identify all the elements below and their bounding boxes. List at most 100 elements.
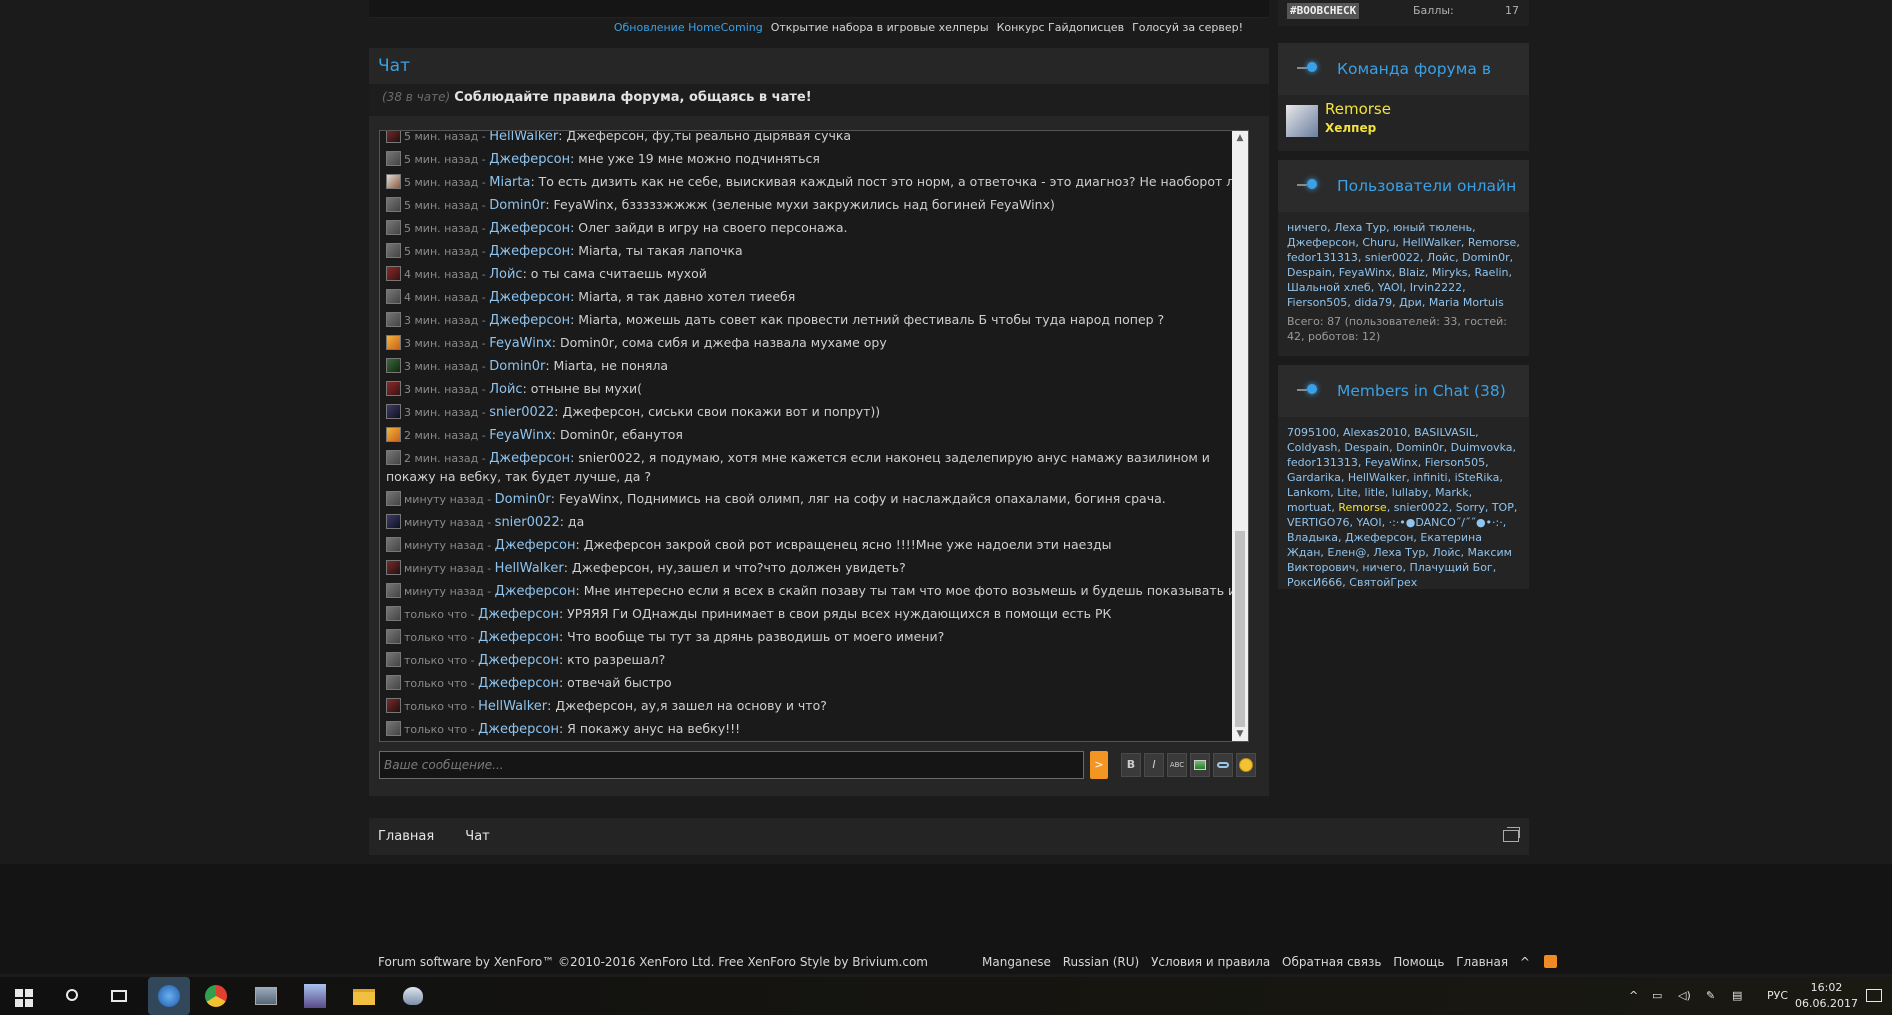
user-link[interactable]: Maria Mortuis (1429, 296, 1504, 309)
user-link[interactable]: snier0022 (1394, 501, 1449, 514)
footer-link-terms[interactable]: Условия и правила (1151, 955, 1270, 969)
avatar[interactable] (386, 404, 401, 419)
message-username[interactable]: Domin0r (495, 492, 551, 507)
user-link[interactable]: Шальной хлеб (1287, 281, 1371, 294)
user-link[interactable]: infiniti (1413, 471, 1447, 484)
news-link[interactable]: Конкурс Гайдописцев (997, 21, 1124, 34)
staff-name[interactable]: Remorse (1325, 102, 1391, 117)
user-link[interactable]: Елен@ (1327, 546, 1366, 559)
user-link[interactable]: Дри (1399, 296, 1422, 309)
user-link[interactable]: ·:·•●DANCO˝/˝˝●•·:· (1389, 516, 1503, 529)
message-username[interactable]: snier0022 (495, 515, 560, 530)
popup-window-icon[interactable] (1503, 827, 1520, 842)
scroll-up-icon[interactable]: ▲ (1232, 131, 1248, 145)
footer-link-home[interactable]: Главная (1456, 955, 1508, 969)
user-link[interactable]: Churu (1362, 236, 1395, 249)
show-hidden-icons[interactable]: ^ (1629, 977, 1638, 1015)
avatar[interactable] (386, 381, 401, 396)
language-indicator[interactable]: РУС (1767, 977, 1788, 1015)
message-username[interactable]: Лойс (489, 267, 522, 282)
bold-button[interactable]: B (1121, 753, 1141, 777)
file-explorer-button[interactable] (349, 981, 379, 1011)
network-icon[interactable]: ▭ (1652, 977, 1662, 1015)
avatar[interactable] (386, 721, 401, 736)
avatar[interactable] (386, 675, 401, 690)
user-link[interactable]: ничего (1287, 221, 1327, 234)
message-username[interactable]: Джеферсон (489, 152, 570, 167)
strikethrough-button[interactable]: ABC (1167, 753, 1187, 777)
avatar[interactable] (386, 450, 401, 465)
user-link[interactable]: HellWalker (1403, 236, 1461, 249)
message-username[interactable]: FeyaWinx (489, 428, 552, 443)
user-link[interactable]: Domin0r (1462, 251, 1509, 264)
breadcrumb-chat[interactable]: Чат (465, 829, 489, 844)
user-link[interactable]: iSteRika (1455, 471, 1500, 484)
user-link[interactable]: Despain (1287, 266, 1332, 279)
user-link[interactable]: Владыка (1287, 531, 1338, 544)
scroll-thumb[interactable] (1235, 531, 1245, 727)
message-username[interactable]: snier0022 (489, 405, 554, 420)
user-link[interactable]: lullaby (1392, 486, 1428, 499)
user-link[interactable]: Remorse (1468, 236, 1516, 249)
user-link[interactable]: Леха Тур (1373, 546, 1425, 559)
smilies-button[interactable] (1236, 753, 1256, 777)
user-link[interactable]: СвятойГрех (1349, 576, 1417, 589)
avatar[interactable] (386, 629, 401, 644)
avatar[interactable] (386, 537, 401, 552)
user-link[interactable]: Alexas2010 (1343, 426, 1407, 439)
avatar[interactable] (386, 174, 401, 189)
chat-message-box[interactable]: 5 мин. назад - HellWalker: Джеферсон, фу… (379, 130, 1249, 742)
avatar[interactable] (386, 131, 401, 143)
chat-scrollbar[interactable]: ▲ ▼ (1232, 131, 1248, 741)
avatar[interactable] (386, 491, 401, 506)
message-input[interactable] (379, 751, 1084, 779)
user-link[interactable]: Irvin2222 (1410, 281, 1462, 294)
avatar[interactable] (386, 514, 401, 529)
user-link[interactable]: Fierson505 (1287, 296, 1347, 309)
avatar[interactable] (386, 289, 401, 304)
user-link[interactable]: Remorse (1338, 501, 1386, 514)
insert-link-button[interactable] (1213, 753, 1233, 777)
user-link[interactable]: Miryks (1432, 266, 1468, 279)
user-link[interactable]: fedor131313 (1287, 251, 1358, 264)
start-button[interactable] (9, 981, 39, 1011)
send-button[interactable]: > (1090, 751, 1108, 779)
app-button-4[interactable] (300, 981, 330, 1011)
scroll-down-icon[interactable]: ▼ (1232, 727, 1248, 741)
message-username[interactable]: Джеферсон (489, 451, 570, 466)
pen-icon[interactable]: ✎ (1706, 977, 1715, 1015)
user-link[interactable]: Gardarika (1287, 471, 1341, 484)
user-link[interactable]: BASILVASIL (1414, 426, 1475, 439)
avatar[interactable] (386, 560, 401, 575)
user-link[interactable]: Domin0r (1396, 441, 1443, 454)
user-link[interactable]: Despain (1344, 441, 1389, 454)
notifications-icon[interactable] (1866, 989, 1882, 1002)
avatar[interactable] (386, 427, 401, 442)
message-username[interactable]: Джеферсон (495, 584, 576, 599)
user-link[interactable]: Леха Тур (1334, 221, 1386, 234)
avatar[interactable] (386, 358, 401, 373)
avatar[interactable] (386, 197, 401, 212)
user-link[interactable]: YAOI (1356, 516, 1381, 529)
avatar[interactable] (386, 606, 401, 621)
user-link[interactable]: Blaiz (1399, 266, 1425, 279)
user-link[interactable]: Лойс (1427, 251, 1455, 264)
browser-app-button[interactable] (148, 977, 190, 1015)
user-link[interactable]: 7095100 (1287, 426, 1336, 439)
user-link[interactable]: РоксИ666 (1287, 576, 1342, 589)
chrome-app-button[interactable] (201, 981, 231, 1011)
message-username[interactable]: Джеферсон (478, 676, 559, 691)
user-link[interactable]: Duimvovka (1451, 441, 1513, 454)
user-link[interactable]: Джеферсон (1287, 236, 1355, 249)
user-link[interactable]: юный тюлень (1393, 221, 1472, 234)
avatar[interactable] (386, 652, 401, 667)
message-username[interactable]: Джеферсон (489, 290, 570, 305)
message-username[interactable]: Domin0r (489, 198, 545, 213)
message-username[interactable]: Джеферсон (478, 630, 559, 645)
message-username[interactable]: HellWalker (495, 561, 564, 576)
user-link[interactable]: Лойс (1432, 546, 1460, 559)
italic-button[interactable]: I (1144, 753, 1164, 777)
footer-link-style[interactable]: Manganese (982, 955, 1051, 969)
news-link[interactable]: Голосуй за сервер! (1132, 21, 1243, 34)
user-link[interactable]: TOP (1492, 501, 1514, 514)
